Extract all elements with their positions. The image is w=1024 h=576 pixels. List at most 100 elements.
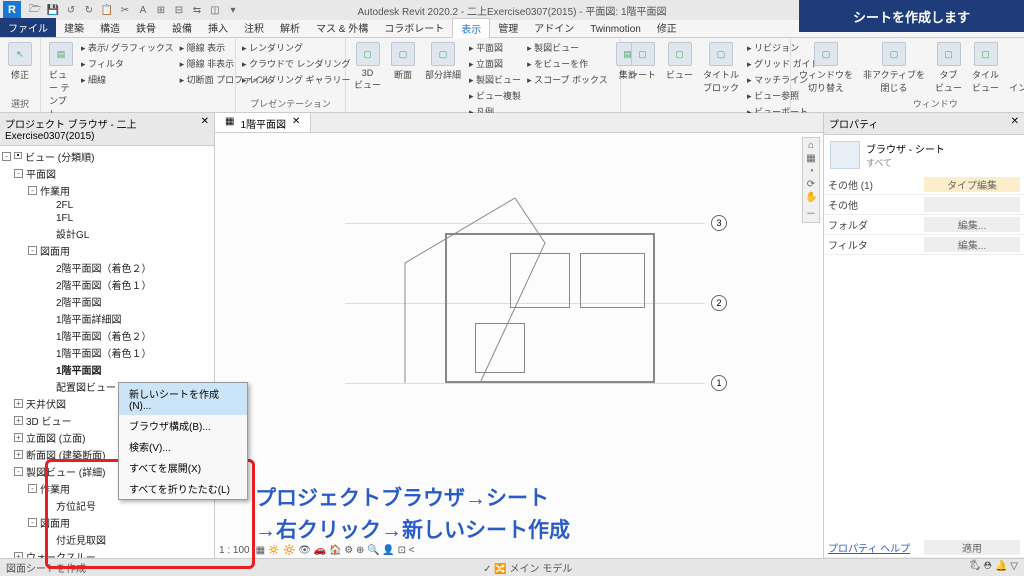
document-tab-bar: ▦ 1階平面図 ✕ [215, 113, 823, 133]
tree-item[interactable]: 2階平面図（着色１） [0, 276, 214, 293]
ribbon-button[interactable]: ▢ウィンドウを 切り替え [795, 40, 857, 96]
ribbon-tab[interactable]: アドイン [526, 18, 582, 37]
ribbon-item[interactable]: ▸ クラウドで レンダリング [240, 56, 353, 71]
ribbon-group-select: ↖修正 選択 [0, 38, 41, 112]
nav-button[interactable]: － [805, 205, 817, 220]
property-row[interactable]: その他 [824, 195, 1024, 215]
tree-item[interactable]: -作業用 [0, 182, 214, 199]
nav-button[interactable]: ⟳ [805, 179, 817, 190]
ribbon-tab[interactable]: 管理 [490, 18, 526, 37]
close-icon[interactable]: ✕ [292, 116, 300, 129]
properties-panel: プロパティ✕ ブラウザ - シートすべて その他 (1)タイプ編集 その他フォル… [824, 113, 1024, 558]
tree-item[interactable]: 2階平面図 [0, 293, 214, 310]
ribbon-button[interactable]: ▢ユーザ インタフェース [1005, 40, 1024, 96]
ribbon-button[interactable]: ▢部分詳細 [421, 40, 465, 83]
ribbon-button[interactable]: ▢断面 [387, 40, 419, 83]
property-row[interactable]: フィルタ編集... [824, 235, 1024, 255]
ribbon-tab[interactable]: 建築 [56, 18, 92, 37]
tree-item[interactable]: -図面用 [0, 514, 214, 531]
qat-button[interactable]: ◫ [208, 3, 222, 17]
qat-button[interactable]: ↻ [82, 3, 96, 17]
ribbon-tab[interactable]: 鉄骨 [128, 18, 164, 37]
ribbon-tab[interactable]: 表示 [452, 18, 490, 38]
modify-button[interactable]: ↖修正 [4, 40, 36, 83]
ribbon-button[interactable]: ▢タイトル ブロック [699, 40, 743, 96]
type-edit-row[interactable]: その他 (1)タイプ編集 [824, 175, 1024, 195]
view-icon: ▦ [225, 116, 234, 129]
status-bar: 図面シートを作成 ✓ 🔀 メイン モデル 🖏 ⛑ 🔔 ▽ [0, 558, 1024, 576]
ribbon-button[interactable]: ▢ビュー [662, 40, 697, 83]
ribbon-button[interactable]: ▢タブ ビュー [931, 40, 966, 96]
app-logo-icon: R [3, 1, 21, 19]
tree-item[interactable]: 1階平面図（着色１） [0, 344, 214, 361]
tree-item[interactable]: 2FL [0, 199, 214, 212]
context-menu-item[interactable]: すべてを折りたたむ(L) [119, 478, 247, 499]
ribbon-button[interactable]: ▢タイル ビュー [968, 40, 1003, 96]
tab-floorplan[interactable]: ▦ 1階平面図 ✕ [215, 113, 311, 132]
tree-item[interactable]: 付近見取図 [0, 531, 214, 548]
ribbon-item[interactable]: ▸ フィルタ [79, 56, 176, 71]
qat-button[interactable]: 💾 [46, 3, 60, 17]
window-title: Autodesk Revit 2020.2 - 二上Exercise0307(2… [357, 3, 666, 18]
ribbon-tab[interactable]: コラボレート [376, 18, 452, 37]
ribbon-tab[interactable]: 設備 [164, 18, 200, 37]
ribbon-item[interactable]: ▸ 細線 [79, 72, 176, 87]
ribbon-item[interactable]: ▸ レンダリング ギャラリー [240, 72, 353, 87]
tree-item[interactable]: -平面図 [0, 165, 214, 182]
nav-button[interactable]: ✋ [805, 192, 817, 203]
ribbon-tab[interactable]: 構造 [92, 18, 128, 37]
ribbon-button[interactable]: ▢非アクティブを 閉じる [859, 40, 929, 96]
close-icon[interactable]: ✕ [201, 116, 209, 142]
tree-item[interactable]: 1階平面詳細図 [0, 310, 214, 327]
ribbon-group-create: ▢3D ビュー▢断面▢部分詳細▸ 平面図▸ 立面図▸ 製図ビュー▸ ビュー複製▸… [346, 38, 621, 112]
view-control-bar[interactable]: 1 : 100▦ 🔅 🔆 👁 🚗 🏠 ⚙ ⊕ 🔍 👤 ⊡ < [219, 545, 415, 556]
ribbon-tab[interactable]: ファイル [0, 18, 56, 37]
property-help-link[interactable]: プロパティ ヘルプ [828, 540, 924, 555]
ribbon-tab[interactable]: 解析 [272, 18, 308, 37]
ribbon-item[interactable]: ▸ 表示/ グラフィックス [79, 40, 176, 55]
qat-button[interactable]: ⊞ [154, 3, 168, 17]
status-model[interactable]: ✓ 🔀 メイン モデル [483, 560, 572, 575]
nav-button[interactable]: ◔ [805, 166, 817, 177]
ribbon-button[interactable]: ▢3D ビュー [350, 40, 385, 93]
qat-button[interactable]: ⊟ [172, 3, 186, 17]
tree-item[interactable]: 2階平面図（着色２） [0, 259, 214, 276]
nav-button[interactable]: ⌂ [805, 140, 817, 151]
qat-button[interactable]: ⇆ [190, 3, 204, 17]
qat-button[interactable]: A [136, 3, 150, 17]
ribbon-tab[interactable]: 挿入 [200, 18, 236, 37]
context-menu-item[interactable]: ブラウザ構成(B)... [119, 415, 247, 436]
instruction-overlay: プロジェクトブラウザ→シート →右クリック→新しいシート作成 [255, 483, 570, 546]
ribbon-tab[interactable]: 注釈 [236, 18, 272, 37]
ribbon-tab[interactable]: 修正 [649, 18, 685, 37]
qat-button[interactable]: 📋 [100, 3, 114, 17]
tree-item[interactable]: +ウォークスルー [0, 548, 214, 558]
context-menu-item[interactable]: すべてを展開(X) [119, 457, 247, 478]
qat-button[interactable]: ↺ [64, 3, 78, 17]
ribbon-item[interactable]: ▸ レンダリング [240, 40, 353, 55]
tree-item[interactable]: -図面用 [0, 242, 214, 259]
status-right[interactable]: 🖏 ⛑ 🔔 ▽ [969, 559, 1018, 576]
tree-item[interactable]: 1階平面図（着色２） [0, 327, 214, 344]
property-row[interactable]: フォルダ編集... [824, 215, 1024, 235]
apply-button[interactable]: 適用 [924, 540, 1020, 555]
ribbon-button[interactable]: ▢シート [625, 40, 660, 83]
context-menu-item[interactable]: 検索(V)... [119, 436, 247, 457]
ribbon-tab[interactable]: マス & 外構 [308, 18, 376, 37]
tree-item[interactable]: 設計GL [0, 225, 214, 242]
tree-item[interactable]: 1FL [0, 212, 214, 225]
close-icon[interactable]: ✕ [1011, 116, 1019, 131]
qat-button[interactable]: ▾ [226, 3, 240, 17]
nav-button[interactable]: ▦ [805, 153, 817, 164]
tree-item[interactable]: 1階平面図 [0, 361, 214, 378]
qat-button[interactable]: ✂ [118, 3, 132, 17]
qat-button[interactable]: 🗁 [28, 3, 42, 17]
context-menu-item[interactable]: 新しいシートを作成(N)... [119, 383, 247, 415]
tutorial-banner: シートを作成します [799, 0, 1024, 32]
project-browser-header: プロジェクト ブラウザ - 二上Exercise0307(2015)✕ [0, 113, 214, 146]
ribbon-tab[interactable]: Twinmotion [582, 22, 649, 37]
ribbon-group-window: ▢ウィンドウを 切り替え▢非アクティブを 閉じる▢タブ ビュー▢タイル ビュー▢… [791, 38, 1024, 112]
properties-identity[interactable]: ブラウザ - シートすべて [824, 135, 1024, 175]
tree-item[interactable]: -🞔ビュー (分類順) [0, 148, 214, 165]
template-icon: ▤ [49, 42, 73, 66]
